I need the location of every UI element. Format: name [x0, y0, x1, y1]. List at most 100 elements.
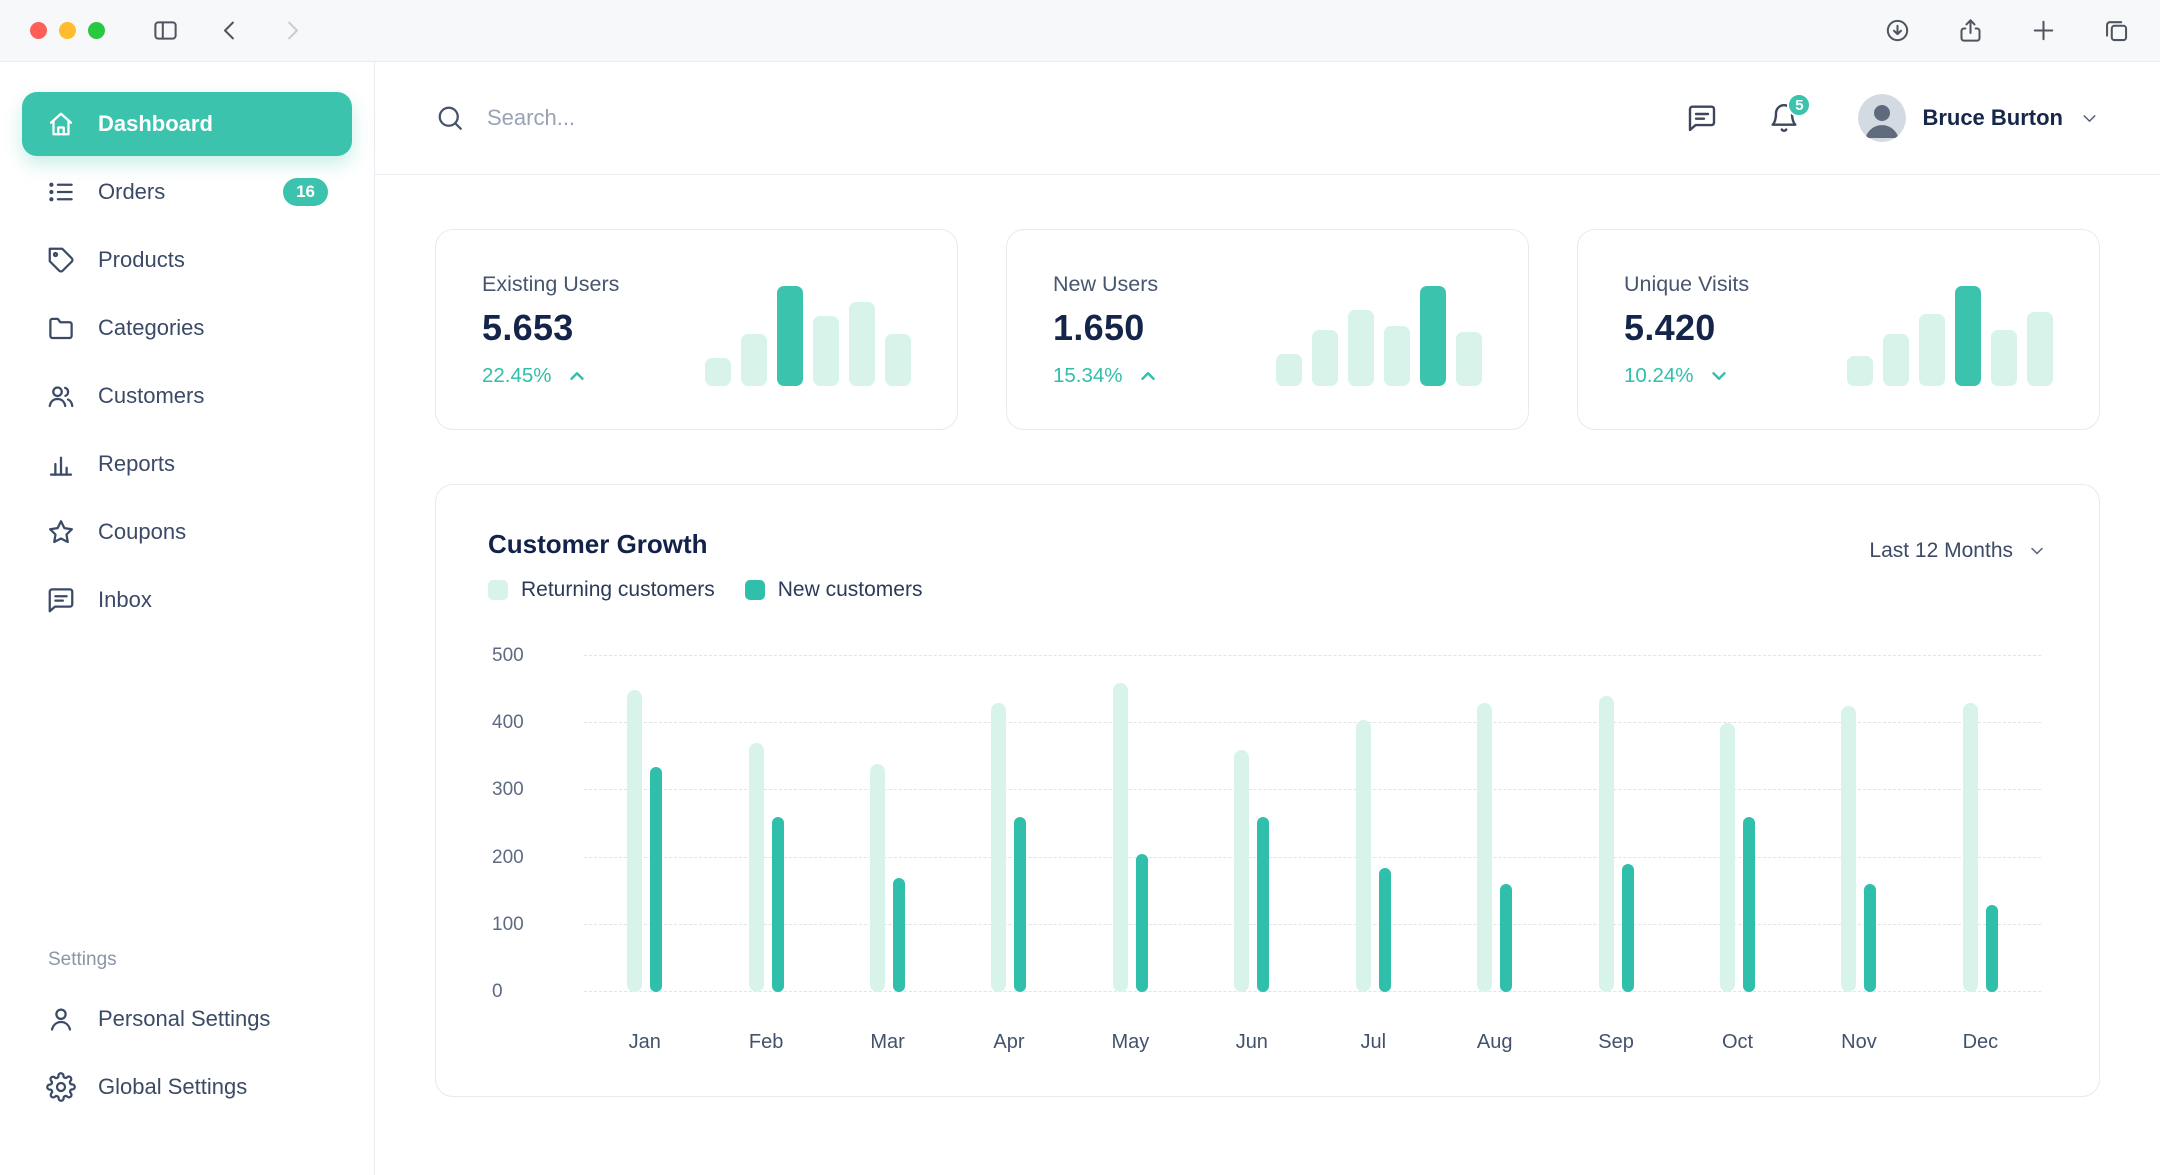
main-content: 5 Bruce Burton Existing Users5.65322.45%…: [375, 62, 2160, 1175]
spark-bar: [813, 316, 839, 386]
spark-bar: [1420, 286, 1446, 386]
spark-bar: [705, 358, 731, 386]
stats-row: Existing Users5.65322.45%New Users1.6501…: [435, 229, 2100, 430]
messages-icon[interactable]: [1686, 102, 1718, 134]
list-icon: [46, 177, 76, 207]
bar-chart-icon: [46, 449, 76, 479]
bar-new-customers: [1379, 868, 1391, 992]
bar-returning-customers: [627, 690, 642, 992]
trend-down-icon: [1708, 365, 1730, 387]
orders-count-badge: 16: [283, 178, 328, 206]
home-icon: [46, 109, 76, 139]
bar-group-nov: [1798, 706, 1919, 992]
downloads-icon[interactable]: [1884, 17, 1911, 44]
chevron-down-icon: [2079, 108, 2100, 129]
x-axis-label: Oct: [1677, 1031, 1798, 1056]
x-axis-label: Mar: [827, 1031, 948, 1056]
search-input[interactable]: [487, 105, 1664, 131]
bar-group-jan: [584, 690, 705, 992]
sidebar-item-personal-settings[interactable]: Personal Settings: [22, 987, 352, 1051]
bar-new-customers: [1257, 817, 1269, 992]
sidebar-item-label: Reports: [98, 451, 175, 477]
forward-icon[interactable]: [279, 17, 306, 44]
sidebar-toggle-icon[interactable]: [151, 17, 180, 44]
stat-change: 22.45%: [482, 364, 619, 388]
trend-up-icon: [1137, 365, 1159, 387]
range-label: Last 12 Months: [1869, 539, 2013, 563]
chevron-down-icon: [2027, 541, 2047, 561]
spark-bar: [1456, 332, 1482, 386]
sparkline: [1847, 282, 2053, 386]
stat-change-text: 22.45%: [482, 364, 552, 388]
stat-card-text: Unique Visits5.42010.24%: [1624, 272, 1749, 388]
y-axis-label: 400: [492, 712, 524, 734]
sidebar-item-global-settings[interactable]: Global Settings: [22, 1055, 352, 1119]
titlebar-right-group: [1884, 17, 2130, 44]
spark-bar: [741, 334, 767, 386]
bar-group-aug: [1434, 703, 1555, 992]
bar-returning-customers: [1477, 703, 1492, 992]
bar-returning-customers: [1841, 706, 1856, 992]
notifications-button[interactable]: 5: [1768, 102, 1800, 134]
share-icon[interactable]: [1957, 17, 1984, 44]
sidebar-item-dashboard[interactable]: Dashboard: [22, 92, 352, 156]
plot-area: [584, 648, 2041, 992]
new-tab-icon[interactable]: [2030, 17, 2057, 44]
stat-value: 5.420: [1624, 307, 1749, 349]
legend-swatch: [488, 580, 508, 600]
zoom-window-button[interactable]: [88, 22, 105, 39]
y-axis-label: 300: [492, 779, 524, 801]
bar-returning-customers: [991, 703, 1006, 992]
stat-title: Existing Users: [482, 272, 619, 297]
y-axis-label: 500: [492, 645, 524, 667]
bar-group-apr: [948, 703, 1069, 992]
sidebar-item-label: Dashboard: [98, 111, 213, 137]
back-icon[interactable]: [216, 17, 243, 44]
stat-title: Unique Visits: [1624, 272, 1749, 297]
x-axis-label: Jul: [1313, 1031, 1434, 1056]
bar-new-customers: [1743, 817, 1755, 992]
bar-returning-customers: [1113, 683, 1128, 992]
bar-new-customers: [893, 878, 905, 992]
bar-new-customers: [1014, 817, 1026, 992]
sidebar-item-coupons[interactable]: Coupons: [22, 500, 352, 564]
sidebar-item-label: Global Settings: [98, 1074, 247, 1100]
bar-group-oct: [1677, 723, 1798, 992]
sidebar-item-reports[interactable]: Reports: [22, 432, 352, 496]
close-window-button[interactable]: [30, 22, 47, 39]
sidebar-settings-section: Settings Personal Settings Global Setting…: [22, 949, 352, 1123]
bar-returning-customers: [1963, 703, 1978, 992]
settings-section-label: Settings: [48, 949, 352, 971]
y-axis-label: 0: [492, 981, 503, 1003]
sidebar-item-inbox[interactable]: Inbox: [22, 568, 352, 632]
sidebar-item-label: Products: [98, 247, 185, 273]
bar-returning-customers: [1234, 750, 1249, 992]
growth-title-block: Customer Growth Returning customersNew c…: [488, 529, 922, 602]
topbar-actions: 5 Bruce Burton: [1686, 94, 2100, 142]
range-selector[interactable]: Last 12 Months: [1869, 529, 2047, 563]
spark-bar: [1312, 330, 1338, 386]
sidebar-nav: Dashboard Orders16 Products CategoriesCusto…: [22, 92, 352, 636]
sidebar-item-products[interactable]: Products: [22, 228, 352, 292]
sidebar-item-categories[interactable]: Categories: [22, 296, 352, 360]
x-axis-label: May: [1070, 1031, 1191, 1056]
spark-bar: [885, 334, 911, 386]
x-axis-label: Apr: [948, 1031, 1069, 1056]
tab-overview-icon[interactable]: [2103, 17, 2130, 44]
bar-group-jun: [1191, 750, 1312, 992]
dashboard-page: Existing Users5.65322.45%New Users1.6501…: [375, 175, 2160, 1175]
bar-group-dec: [1920, 703, 2041, 992]
bar-returning-customers: [749, 743, 764, 992]
user-menu[interactable]: Bruce Burton: [1858, 94, 2100, 142]
minimize-window-button[interactable]: [59, 22, 76, 39]
bar-returning-customers: [1356, 720, 1371, 992]
bar-new-customers: [1622, 864, 1634, 992]
users-icon: [46, 381, 76, 411]
spark-bar: [777, 286, 803, 386]
x-axis-label: Sep: [1555, 1031, 1676, 1056]
trend-up-icon: [566, 365, 588, 387]
sidebar-item-customers[interactable]: Customers: [22, 364, 352, 428]
sidebar-item-label: Inbox: [98, 587, 152, 613]
sidebar-item-orders[interactable]: Orders16: [22, 160, 352, 224]
sparkline: [705, 282, 911, 386]
